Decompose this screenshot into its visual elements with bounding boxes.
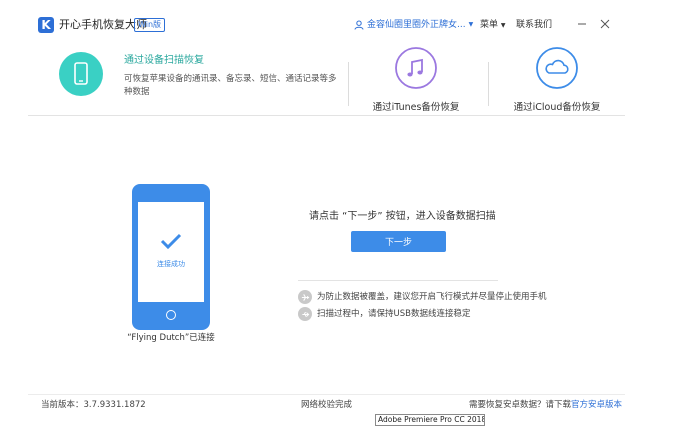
tip-usb-connection: 扫描过程中，请保持USB数据线连接稳定 bbox=[298, 307, 470, 321]
mode-separator bbox=[348, 62, 349, 106]
airplane-icon bbox=[298, 290, 312, 304]
menu-label: 菜单 bbox=[480, 20, 499, 30]
mode-device-description: 可恢复苹果设备的通讯录、备忘录、短信、通话记录等多种数据 bbox=[124, 74, 337, 97]
android-prompt-text: 需要恢复安卓数据？请下载 bbox=[469, 400, 572, 410]
user-name: 金容仙圈里圈外正牌女... bbox=[367, 20, 466, 30]
music-note-icon bbox=[395, 47, 437, 89]
connected-phone-illustration: 连接成功 bbox=[132, 184, 210, 330]
tip-text: 为防止数据被覆盖，建议您开启飞行模式并尽量停止使用手机 bbox=[317, 292, 547, 302]
chevron-down-icon: ▼ bbox=[500, 22, 506, 29]
scan-instruction: 请点击 “下一步” 按钮，进入设备数据扫描 bbox=[309, 211, 496, 222]
mode-icloud-label: 通过iCloud备份恢复 bbox=[513, 102, 601, 113]
user-icon bbox=[354, 20, 364, 30]
phone-icon bbox=[74, 62, 88, 85]
footer-divider bbox=[28, 394, 625, 395]
network-status: 网络校验完成 bbox=[301, 400, 353, 410]
phone-screen: 连接成功 bbox=[138, 202, 204, 302]
taskbar-tooltip: Adobe Premiere Pro CC 2018 bbox=[375, 414, 485, 426]
contact-us-link[interactable]: 联系我们 bbox=[516, 19, 552, 31]
mode-itunes-label: 通过iTunes备份恢复 bbox=[372, 102, 460, 113]
mode-device-title: 通过设备扫描恢复 bbox=[124, 55, 204, 66]
android-download-link[interactable]: 官方安卓版本 bbox=[571, 400, 622, 410]
menu-button[interactable]: 菜单 ▼ bbox=[480, 19, 506, 32]
usb-icon bbox=[298, 307, 312, 321]
app-logo-icon: K bbox=[38, 17, 54, 33]
phone-home-button bbox=[166, 310, 176, 320]
next-step-button[interactable]: 下一步 bbox=[351, 231, 446, 252]
mode-separator bbox=[488, 62, 489, 106]
device-connected-text: “Flying Dutch”已连接 bbox=[127, 333, 215, 343]
minimize-icon[interactable] bbox=[576, 18, 588, 30]
recovery-modes: 通过设备扫描恢复 可恢复苹果设备的通讯录、备忘录、短信、通话记录等多种数据 通过… bbox=[28, 44, 625, 118]
chevron-down-icon: ▼ bbox=[468, 21, 474, 28]
cloud-icon bbox=[536, 47, 578, 89]
tips-divider bbox=[298, 280, 498, 281]
android-download-prompt: 需要恢复安卓数据？请下载官方安卓版本 bbox=[469, 399, 622, 411]
edition-badge: Win版 bbox=[134, 18, 166, 32]
title-bar: K 开心手机恢复大师 Win版 金容仙圈里圈外正牌女... ▼ 菜单 ▼ 联系我… bbox=[28, 8, 625, 42]
header-divider bbox=[28, 115, 625, 116]
checkmark-icon bbox=[160, 233, 182, 250]
close-icon[interactable] bbox=[599, 18, 611, 30]
user-account-menu[interactable]: 金容仙圈里圈外正牌女... ▼ bbox=[354, 19, 473, 31]
tip-text: 扫描过程中，请保持USB数据线连接稳定 bbox=[317, 309, 471, 319]
tip-airplane-mode: 为防止数据被覆盖，建议您开启飞行模式并尽量停止使用手机 bbox=[298, 290, 547, 304]
phone-mode-icon bbox=[59, 52, 103, 96]
app-window: K 开心手机恢复大师 Win版 金容仙圈里圈外正牌女... ▼ 菜单 ▼ 联系我… bbox=[28, 8, 625, 426]
version-label: 当前版本：3.7.9331.1872 bbox=[41, 400, 146, 410]
connection-status: 连接成功 bbox=[157, 260, 185, 268]
